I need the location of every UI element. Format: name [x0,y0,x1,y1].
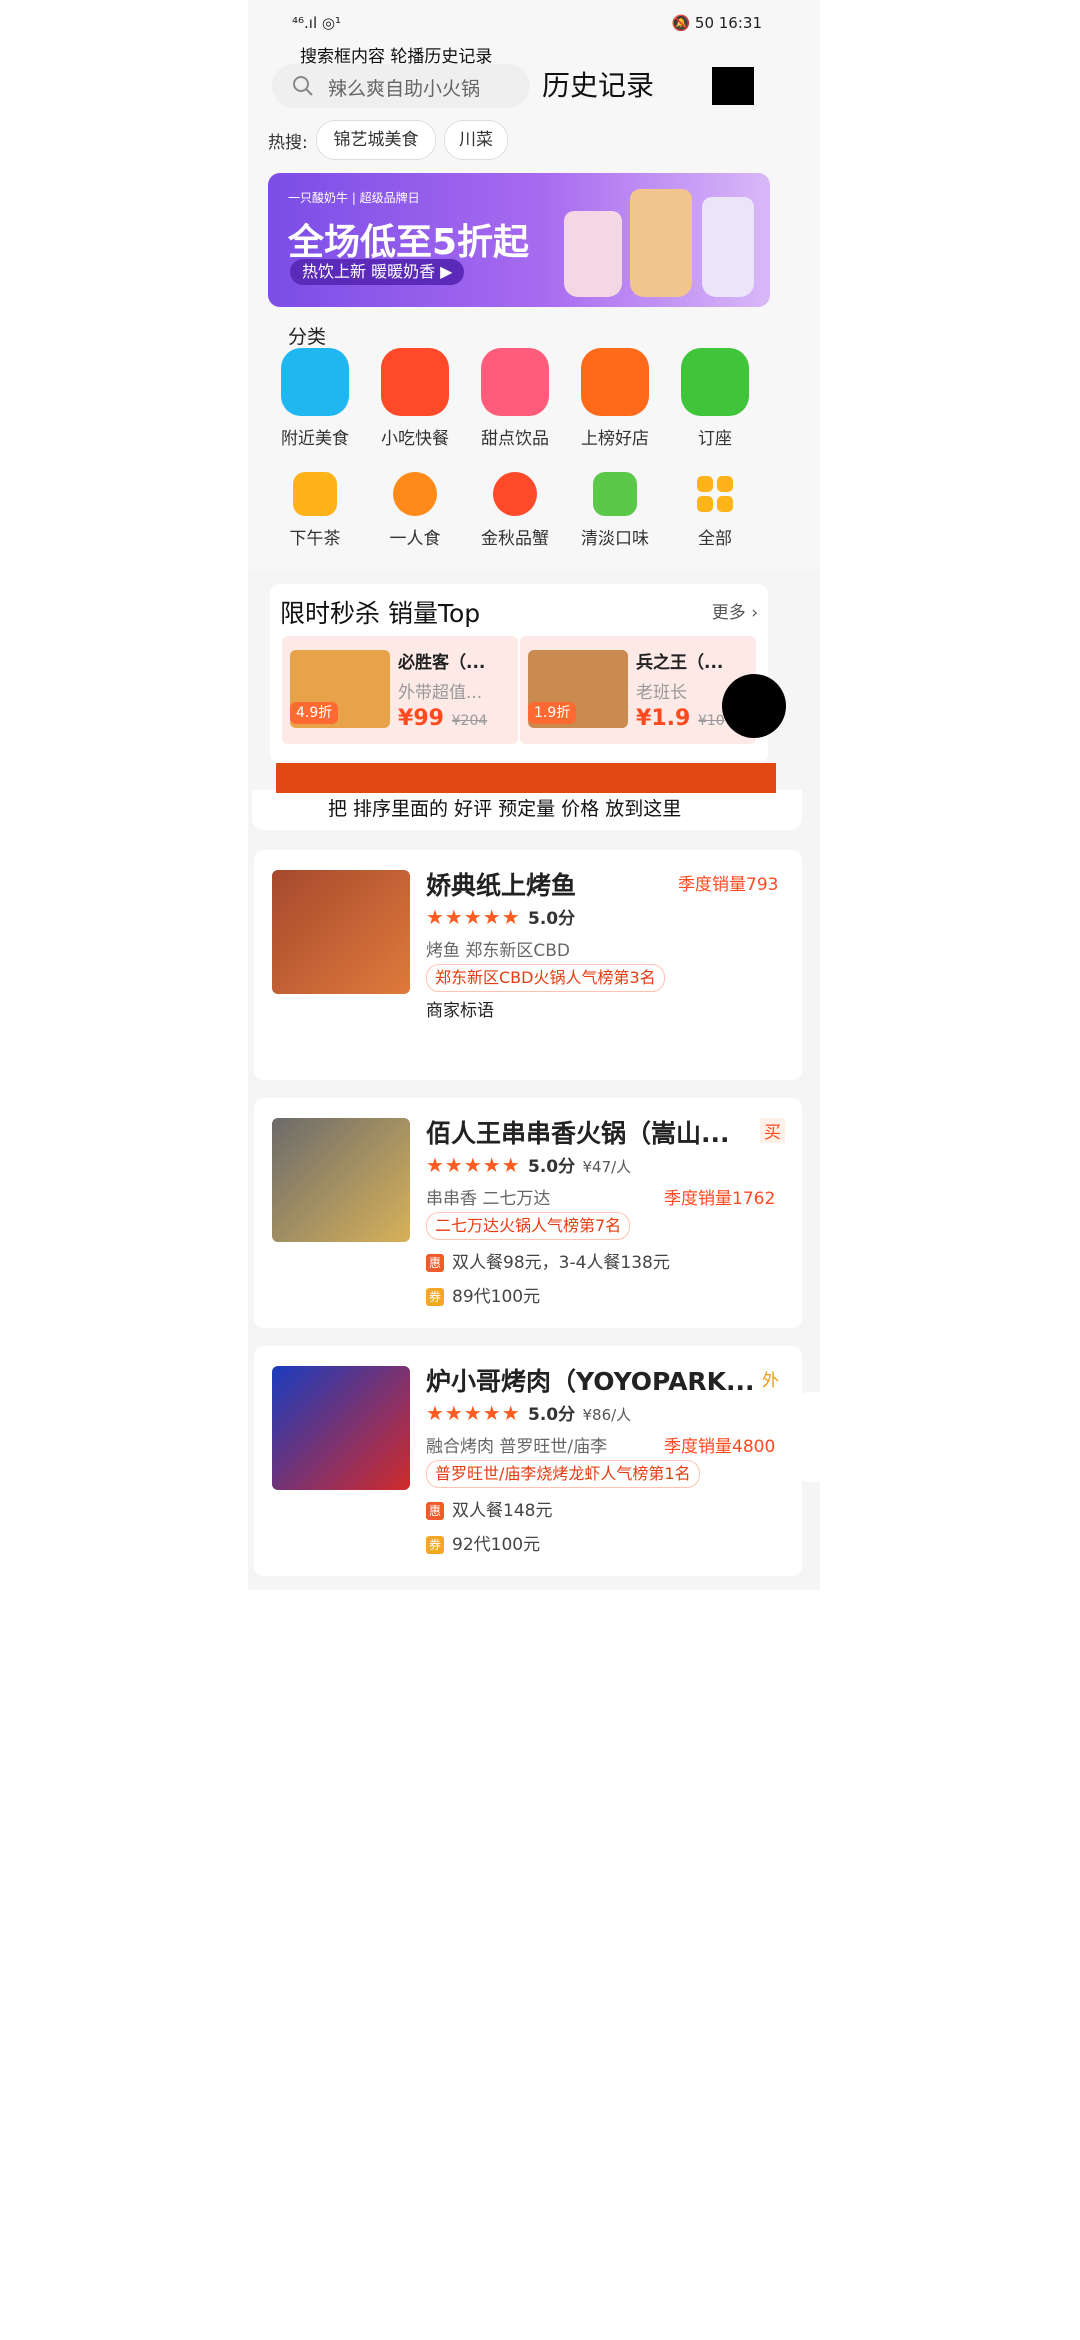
crab-icon [493,472,537,516]
deal-line: 惠双人餐148元 [426,1496,552,1521]
category-label: 一人食 [389,529,441,549]
takeout-tag: 外 [762,1371,779,1391]
shop-card[interactable]: 炉小哥烤肉（YOYOPARK... 外 ★★★★★ 5.0分 ¥86/人 融合烤… [254,1346,802,1576]
coupon-line: 券 89代100元 [426,1282,540,1307]
tea-cup-icon [293,472,337,516]
flash-sale-section: 限时秒杀 销量Top 更多 › 4.9折 必胜客（... 外带超值... ¥99… [270,584,768,764]
search-placeholder: 辣么爽自助小火锅 [328,78,481,100]
placeholder-bar [276,763,776,793]
sales-tag: 季度销量793 [678,875,779,895]
shop-title: 娇典纸上烤鱼 [426,871,577,900]
fries-icon [381,348,449,416]
category-booking[interactable]: 订座 [670,348,760,449]
shop-category: 串串香 二七万达 [426,1189,551,1209]
category-label: 小吃快餐 [381,429,449,449]
sales-tag: 季度销量4800 [664,1437,776,1457]
bowl-icon [393,472,437,516]
hot-search-row: 热搜: 锦艺城美食 川菜 [268,120,788,160]
search-icon [293,76,313,96]
flash-item-name: 兵之王（... [636,653,724,673]
hot-search-label: 热搜: [268,133,308,153]
cup-heart-icon [481,348,549,416]
seat-check-icon [681,348,749,416]
redacted-block [712,67,754,105]
category-solo-meal[interactable]: 一人食 [370,472,460,549]
hot-chip[interactable]: 川菜 [444,120,508,160]
banner-brand: 一只酸奶牛 | 超级品牌日 [288,191,420,205]
rating-stars: ★★★★★ 5.0分 ¥86/人 [426,1401,632,1425]
shop-image [272,1118,410,1242]
category-all[interactable]: 全部 [670,472,760,549]
merchant-slogan: 商家标语 [426,1001,494,1021]
grid-icon [693,472,737,516]
category-afternoon-tea[interactable]: 下午茶 [270,472,360,549]
category-label: 甜点饮品 [481,429,549,449]
flash-item[interactable]: 1.9折 兵之王（... 老班长 ¥1.9 ¥10 [520,636,756,744]
sales-tag: 季度销量1762 [664,1189,776,1209]
shop-category: 烤鱼 郑东新区CBD [426,941,571,961]
shop-card[interactable]: 娇典纸上烤鱼 季度销量793 ★★★★★ 5.0分 烤鱼 郑东新区CBD 郑东新… [254,850,802,1080]
quan-badge: 券 [426,1536,444,1554]
category-light-taste[interactable]: 清淡口味 [570,472,660,549]
flash-item-sub: 老班长 [636,683,687,703]
category-label: 订座 [698,429,732,449]
takeout-tag: 买 [760,1118,785,1143]
shop-image [272,870,410,994]
category-top-shops[interactable]: 上榜好店 [570,348,660,449]
annotation-note: 把 排序里面的 好评 预定量 价格 放到这里 [328,798,682,820]
more-link[interactable]: 更多 › [712,598,758,623]
signal-icon: ⁴⁶.ıl ◎¹ [292,14,341,32]
hui-badge: 惠 [426,1254,444,1272]
category-nearby[interactable]: 附近美食 [270,348,360,449]
flash-item-sub: 外带超值... [398,683,483,703]
salad-icon [593,472,637,516]
deal-line: 惠双人餐98元，3-4人餐138元 [426,1248,670,1273]
coupon-line: 券 92代100元 [426,1530,540,1555]
flash-item-name: 必胜客（... [398,653,486,673]
redacted-circle [722,674,786,738]
drink-image [702,197,754,297]
category-label: 清淡口味 [581,529,649,549]
quan-badge: 券 [426,1288,444,1306]
rating-stars: ★★★★★ 5.0分 [426,905,576,929]
promo-banner[interactable]: 一只酸奶牛 | 超级品牌日 全场低至5折起 热饮上新 暖暖奶香 ▶ [268,173,770,307]
shop-title: 炉小哥烤肉（YOYOPARK... [426,1367,755,1396]
shop-category: 融合烤肉 普罗旺世/庙李 [426,1437,608,1457]
status-right: 🔕 50 16:31 [671,14,762,32]
fire-icon [581,348,649,416]
category-label: 上榜好店 [581,429,649,449]
shop-image [272,1366,410,1490]
discount-badge: 1.9折 [528,702,577,724]
status-bar: ⁴⁶.ıl ◎¹ 🔕 50 16:31 [292,14,762,38]
banner-pill: 热饮上新 暖暖奶香 ▶ [290,259,465,285]
category-snack[interactable]: 小吃快餐 [370,348,460,449]
category-dessert[interactable]: 甜点饮品 [470,348,560,449]
drink-image [630,189,692,297]
shop-card[interactable]: 佰人王串串香火锅（嵩山... 买 ★★★★★ 5.0分 ¥47/人 串串香 二七… [254,1098,802,1328]
rank-badge: 二七万达火锅人气榜第7名 [426,1212,631,1240]
flash-sale-title: 限时秒杀 销量Top [280,599,481,628]
chef-hat-icon [281,348,349,416]
discount-badge: 4.9折 [290,702,339,724]
rating-stars: ★★★★★ 5.0分 ¥47/人 [426,1153,632,1177]
rank-badge: 普罗旺世/庙李烧烤龙虾人气榜第1名 [426,1460,700,1488]
flash-item-price: ¥1.9 ¥10 [636,706,725,731]
shop-title: 佰人王串串香火锅（嵩山... [426,1119,730,1148]
category-label: 附近美食 [281,429,349,449]
category-label: 下午茶 [289,529,341,549]
category-label: 金秋品蟹 [481,529,549,549]
flash-item[interactable]: 4.9折 必胜客（... 外带超值... ¥99 ¥204 [282,636,518,744]
rank-badge: 郑东新区CBD火锅人气榜第3名 [426,964,665,992]
drink-image [564,211,622,297]
hot-chip[interactable]: 锦艺城美食 [316,120,436,160]
category-crab[interactable]: 金秋品蟹 [470,472,560,549]
banner-headline: 全场低至5折起 [288,222,530,263]
flash-item-price: ¥99 ¥204 [398,706,488,731]
category-label: 全部 [698,529,732,549]
side-edge [798,1392,820,1482]
hui-badge: 惠 [426,1502,444,1520]
search-input[interactable]: 辣么爽自助小火锅 [272,64,530,108]
category-title: 分类 [288,326,327,348]
history-label[interactable]: 历史记录 [542,64,654,104]
